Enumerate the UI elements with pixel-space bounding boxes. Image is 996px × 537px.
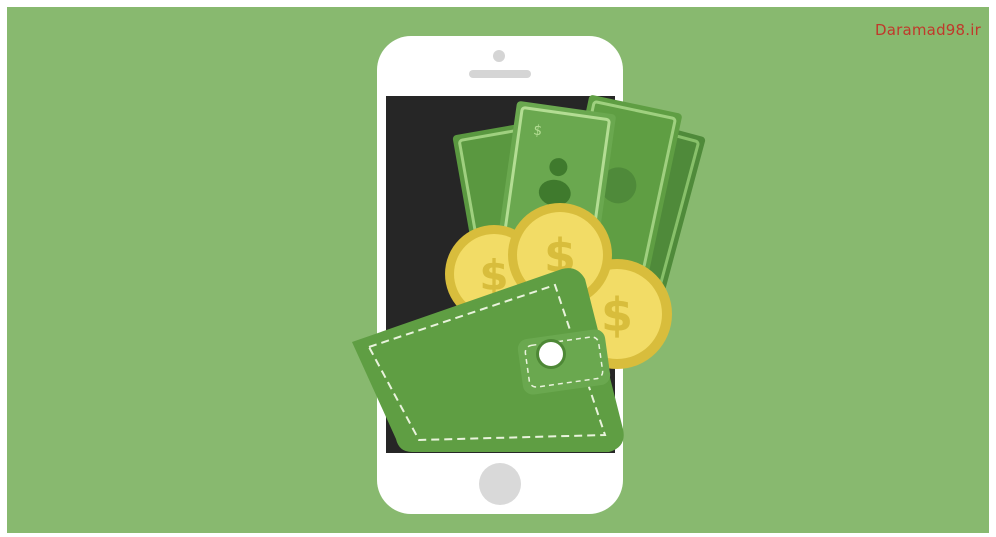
phone-camera [493,50,505,62]
illustration-frame: $ $ $ $ Daramad98.ir [7,7,989,533]
money-phone-illustration: $ $ $ $ [352,36,706,514]
home-button-icon [479,463,521,505]
snap-button-icon [539,342,563,366]
watermark-text: Daramad98.ir [874,21,981,39]
svg-text:$: $ [601,288,633,342]
phone-speaker [469,70,531,78]
